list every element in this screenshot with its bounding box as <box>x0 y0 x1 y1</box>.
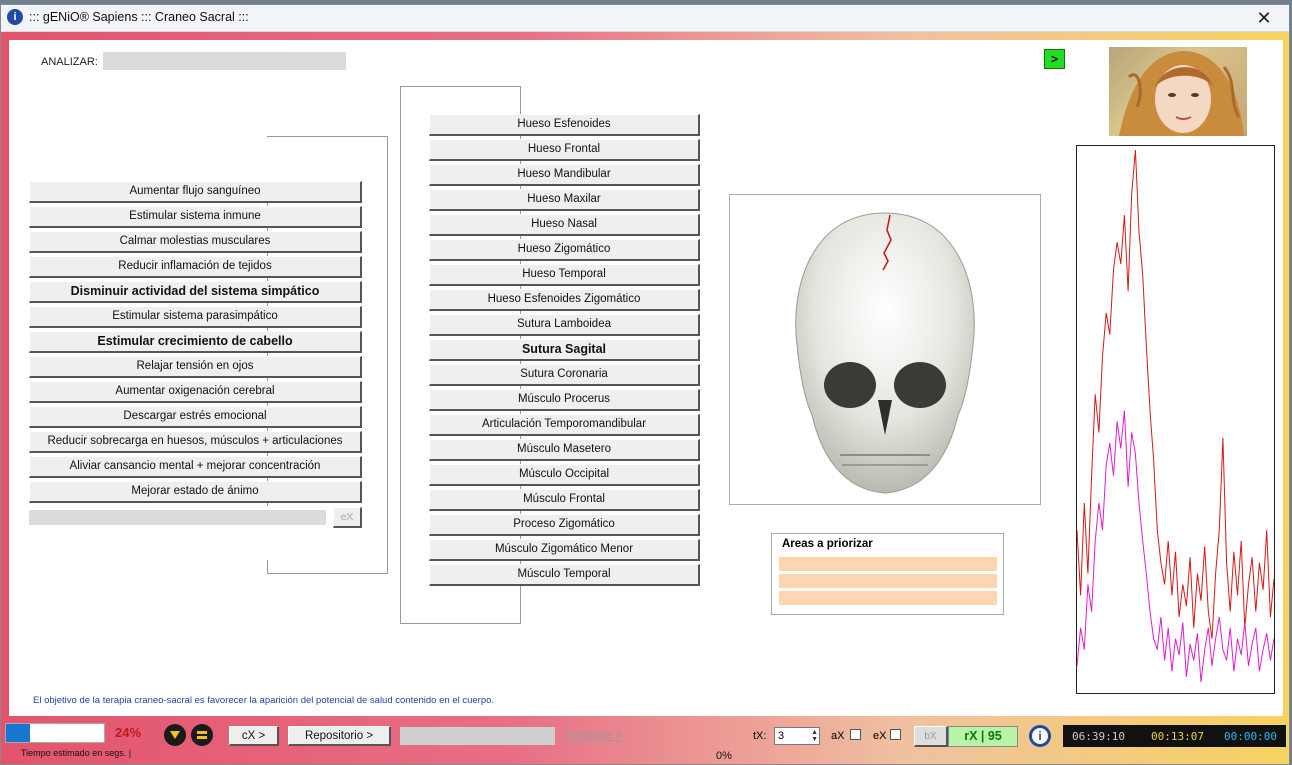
ax-label: aX <box>831 730 845 742</box>
areas-row <box>779 574 997 588</box>
progress-percent: 24% <box>115 725 142 740</box>
anatomy-button[interactable]: Hueso Esfenoides Zigomático <box>429 289 700 311</box>
info-icon[interactable]: i <box>1029 725 1051 747</box>
anatomy-button[interactable]: Hueso Maxilar <box>429 189 700 211</box>
areas-panel: Areas a priorizar <box>771 533 1004 615</box>
bottom-toolbar: 24% Tiempo estimado en segs. | cX > Repo… <box>1 721 1291 765</box>
anatomy-button[interactable]: Músculo Frontal <box>429 489 700 511</box>
anatomy-button[interactable]: Hueso Nasal <box>429 214 700 236</box>
transfer-link[interactable]: Transferir > <box>563 730 622 742</box>
left-action-button[interactable]: Reducir sobrecarga en huesos, músculos +… <box>29 431 362 453</box>
left-action-button[interactable]: Descargar estrés emocional <box>29 406 362 428</box>
progress-fill <box>6 724 30 742</box>
left-action-button[interactable]: Relajar tensión en ojos <box>29 356 362 378</box>
stepper-arrows-icon[interactable]: ▲ ▼ <box>811 729 818 743</box>
anatomy-button[interactable]: Sutura Lamboidea <box>429 314 700 336</box>
left-action-button[interactable]: Estimular crecimiento de cabello <box>29 331 362 353</box>
anatomy-button[interactable]: Hueso Mandibular <box>429 164 700 186</box>
down-arrow-icon[interactable] <box>164 724 186 746</box>
signal-series-line <box>1076 410 1275 683</box>
areas-row <box>779 557 997 571</box>
skull-image <box>729 194 1041 505</box>
left-bracket-gap <box>267 137 277 181</box>
tx-value: 3 <box>778 730 785 742</box>
signal-chart <box>1076 145 1275 694</box>
estimate-label: Tiempo estimado en segs. | <box>21 748 132 758</box>
anatomy-button[interactable]: Músculo Zigomático Menor <box>429 539 700 561</box>
anatomy-button[interactable]: Hueso Esfenoides <box>429 114 700 136</box>
bx-button[interactable]: bX <box>914 726 948 747</box>
left-action-button[interactable]: Aumentar flujo sanguíneo <box>29 181 362 203</box>
anatomy-button[interactable]: Proceso Zigomático <box>429 514 700 536</box>
anatomy-button[interactable]: Articulación Temporomandibular <box>429 414 700 436</box>
main-panel: ANALIZAR: > Aumentar flujo sanguíneo Esti… <box>9 40 1283 716</box>
left-action-button[interactable]: Calmar molestias musculares <box>29 231 362 253</box>
timers-panel: 06:39:10 00:13:07 00:00:00 <box>1063 725 1286 747</box>
window-title: ::: gENiO® Sapiens ::: Craneo Sacral ::: <box>29 10 249 24</box>
analyze-input[interactable] <box>103 52 346 70</box>
equals-icon[interactable] <box>191 724 213 746</box>
signal-series-line <box>1076 149 1275 639</box>
ex-label: eX <box>873 730 887 742</box>
tx-stepper[interactable]: 3 ▲ ▼ <box>774 727 820 745</box>
anatomy-button[interactable]: Hueso Frontal <box>429 139 700 161</box>
left-action-button[interactable]: Disminuir actividad del sistema simpátic… <box>29 281 362 303</box>
progress-bar <box>5 723 105 743</box>
ax-checkbox[interactable] <box>850 729 861 740</box>
elapsed-timer: 06:39:10 <box>1072 730 1125 743</box>
left-action-button[interactable]: Reducir inflamación de tejidos <box>29 256 362 278</box>
anatomy-button[interactable]: Músculo Masetero <box>429 439 700 461</box>
transfer-input[interactable] <box>400 727 555 745</box>
countdown-timer: 00:00:00 <box>1224 730 1277 743</box>
left-action-button[interactable]: Estimular sistema inmune <box>29 206 362 228</box>
areas-row <box>779 591 997 605</box>
left-action-button[interactable]: Mejorar estado de ánimo <box>29 481 362 503</box>
portrait-drawing <box>1119 51 1244 136</box>
session-timer: 00:13:07 <box>1151 730 1204 743</box>
left-action-button[interactable]: Aumentar oxigenación cerebral <box>29 381 362 403</box>
anatomy-button[interactable]: Sutura Coronaria <box>429 364 700 386</box>
cx-button[interactable]: cX > <box>229 726 279 746</box>
ex-button[interactable]: eX <box>333 507 362 528</box>
anatomy-button[interactable]: Músculo Procerus <box>429 389 700 411</box>
go-button[interactable]: > <box>1044 49 1065 69</box>
footer-note: El objetivo de la terapia craneo-sacral … <box>33 695 495 706</box>
anatomy-button[interactable]: Hueso Temporal <box>429 264 700 286</box>
repositorio-button[interactable]: Repositorio > <box>288 726 391 746</box>
title-bar: i ::: gENiO® Sapiens ::: Craneo Sacral :… <box>1 5 1289 32</box>
info-icon[interactable]: i <box>7 9 23 25</box>
left-action-button[interactable]: Aliviar cansancio mental + mejorar conce… <box>29 456 362 478</box>
anatomy-button[interactable]: Hueso Zigomático <box>429 239 700 261</box>
rx-indicator: rX | 95 <box>948 726 1018 747</box>
anatomy-button[interactable]: Músculo Temporal <box>429 564 700 586</box>
portrait-image <box>1109 47 1247 136</box>
areas-title: Areas a priorizar <box>782 538 873 550</box>
analyze-label: ANALIZAR: <box>41 56 98 68</box>
app-window: i ::: gENiO® Sapiens ::: Craneo Sacral :… <box>0 4 1290 765</box>
left-action-button[interactable]: Estimular sistema parasimpático <box>29 306 362 328</box>
close-button[interactable]: ✕ <box>1249 5 1279 31</box>
tx-label: tX: <box>753 730 767 742</box>
left-input[interactable] <box>29 510 326 525</box>
ex-checkbox[interactable] <box>890 729 901 740</box>
skull-drawing <box>795 212 975 494</box>
signal-chart-svg <box>1076 149 1275 683</box>
anatomy-button[interactable]: Sutura Sagital <box>429 339 700 361</box>
anatomy-button[interactable]: Músculo Occipital <box>429 464 700 486</box>
transfer-percent: 0% <box>716 750 732 762</box>
